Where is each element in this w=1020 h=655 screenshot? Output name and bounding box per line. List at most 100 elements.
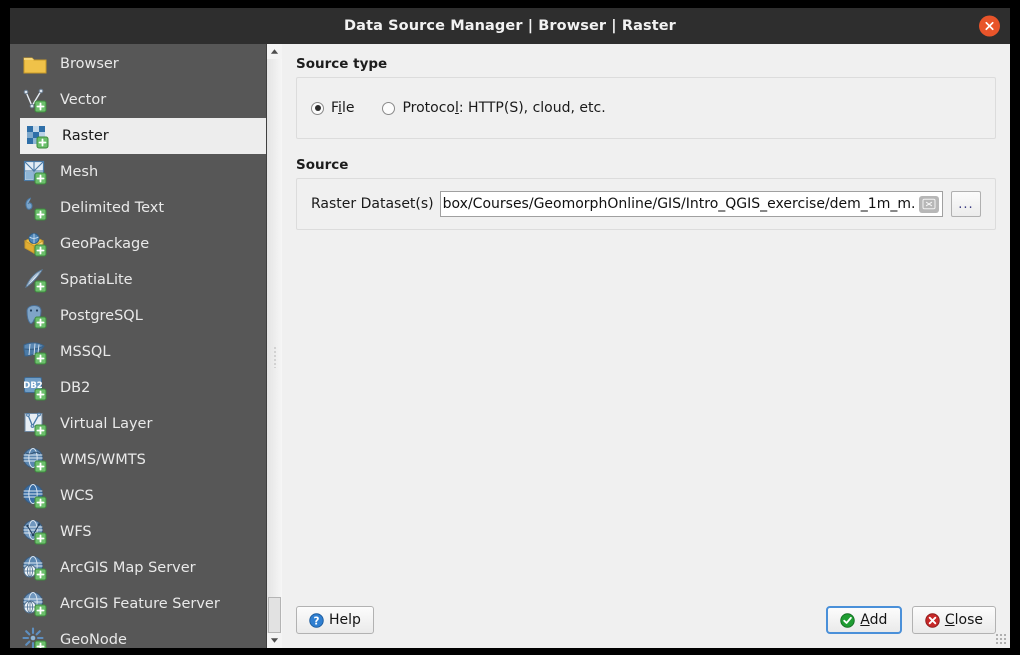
raster-dataset-input-wrapper[interactable]: box/Courses/GeomorphOnline/GIS/Intro_QGI…: [440, 191, 943, 217]
radio-protocol-label: Protocol: HTTP(S), cloud, etc.: [402, 100, 605, 116]
source-type-sidebar: BrowserVector Raster Mesh Delimited Text Geo…: [10, 44, 282, 648]
add-button-label: Add: [860, 612, 887, 628]
radio-file-label: File: [331, 100, 354, 116]
sidebar-item-label: WFS: [60, 525, 92, 540]
radio-file-indicator[interactable]: [311, 102, 324, 115]
raster-dataset-input[interactable]: box/Courses/GeomorphOnline/GIS/Intro_QGI…: [443, 196, 915, 212]
sidebar-item-arcgis-feature-server[interactable]: ArcGIS Feature Server: [10, 586, 266, 622]
sidebar-scroll-thumb[interactable]: [268, 597, 281, 633]
sidebar-item-geonode[interactable]: GeoNode: [10, 622, 266, 648]
arcgis-feature-server-icon: [22, 591, 48, 617]
check-circle-icon: [840, 613, 855, 628]
sidebar-item-label: Raster: [62, 129, 109, 144]
sidebar-item-mssql[interactable]: MSSQL: [10, 334, 266, 370]
sidebar-item-db2[interactable]: DB2 DB2: [10, 370, 266, 406]
cancel-circle-icon: [925, 613, 940, 628]
titlebar: Data Source Manager | Browser | Raster: [10, 8, 1010, 44]
sidebar-item-spatialite[interactable]: SpatiaLite: [10, 262, 266, 298]
wfs-add-icon: [22, 519, 48, 545]
geopackage-add-icon: [22, 231, 48, 257]
raster-add-icon: [24, 123, 50, 149]
sidebar-item-label: ArcGIS Feature Server: [60, 597, 220, 612]
mssql-add-icon: [22, 339, 48, 365]
mssql-add-icon: [22, 339, 48, 365]
sidebar-item-browser[interactable]: Browser: [10, 46, 266, 82]
help-button-label: Help: [329, 612, 361, 628]
db2-add-icon: DB2: [22, 375, 48, 401]
sidebar-item-label: DB2: [60, 381, 90, 396]
add-button[interactable]: Add: [826, 606, 902, 634]
sidebar-scroll-grip: [273, 346, 276, 368]
delimited-text-add-icon: [22, 195, 48, 221]
sidebar-item-label: GeoPackage: [60, 237, 149, 252]
sidebar-item-label: PostgreSQL: [60, 309, 143, 324]
raster-add-icon: [24, 123, 50, 149]
source-type-group-title: Source type: [296, 56, 996, 72]
geopackage-add-icon: [22, 231, 48, 257]
spatialite-add-icon: [22, 267, 48, 293]
wcs-add-icon: [22, 483, 48, 509]
source-type-radio-group: File Protocol: HTTP(S), cloud, etc.: [311, 100, 606, 116]
raster-source-panel: Source type File Protocol: HTTP(S), clou…: [282, 44, 1010, 648]
delimited-text-add-icon: [22, 195, 48, 221]
spatialite-add-icon: [22, 267, 48, 293]
window-close-button[interactable]: [979, 16, 1000, 37]
sidebar-list[interactable]: BrowserVector Raster Mesh Delimited Text Geo…: [10, 44, 266, 648]
sidebar-item-arcgis-map-server[interactable]: ArcGIS Map Server: [10, 550, 266, 586]
sidebar-item-label: Virtual Layer: [60, 417, 152, 432]
sidebar-item-virtual-layer[interactable]: Virtual Layer: [10, 406, 266, 442]
arcgis-map-server-icon: [22, 555, 48, 581]
virtual-layer-add-icon: [22, 411, 48, 437]
source-type-groupbox: File Protocol: HTTP(S), cloud, etc.: [296, 77, 996, 139]
wcs-add-icon: [22, 483, 48, 509]
close-button-label: Close: [945, 612, 983, 628]
radio-protocol-indicator[interactable]: [382, 102, 395, 115]
folder-icon: [22, 51, 48, 77]
dialog-body: BrowserVector Raster Mesh Delimited Text Geo…: [10, 44, 1010, 648]
sidebar-scrollbar[interactable]: [266, 44, 282, 648]
sidebar-item-wms-wmts[interactable]: WMS/WMTS: [10, 442, 266, 478]
sidebar-item-geopackage[interactable]: GeoPackage: [10, 226, 266, 262]
wms-wmts-add-icon: [22, 447, 48, 473]
radio-source-type-protocol[interactable]: Protocol: HTTP(S), cloud, etc.: [382, 100, 605, 116]
sidebar-item-label: Delimited Text: [60, 201, 164, 216]
arcgis-map-server-icon: [22, 555, 48, 581]
svg-text:?: ?: [314, 615, 320, 627]
mesh-add-icon: [22, 159, 48, 185]
geonode-add-icon: [22, 627, 48, 648]
group-spacer: [296, 139, 996, 157]
data-source-manager-dialog: Data Source Manager | Browser | Raster B…: [10, 8, 1010, 648]
arcgis-feature-server-icon: [22, 591, 48, 617]
sidebar-item-delimited-text[interactable]: Delimited Text: [10, 190, 266, 226]
sidebar-item-postgresql[interactable]: PostgreSQL: [10, 298, 266, 334]
scroll-up-arrow-icon: [270, 47, 279, 56]
sidebar-scroll-track[interactable]: [267, 59, 282, 633]
sidebar-scroll-down-button[interactable]: [267, 633, 282, 648]
folder-icon: [22, 51, 48, 77]
wfs-add-icon: [22, 519, 48, 545]
sidebar-item-label: WMS/WMTS: [60, 453, 146, 468]
help-button[interactable]: ? Help: [296, 606, 374, 634]
scroll-down-arrow-icon: [270, 636, 279, 645]
sidebar-item-raster[interactable]: Raster: [20, 118, 266, 154]
source-groupbox: Raster Dataset(s) box/Courses/GeomorphOn…: [296, 178, 996, 230]
radio-source-type-file[interactable]: File: [311, 100, 354, 116]
clear-text-button[interactable]: [919, 196, 939, 213]
mesh-add-icon: [22, 159, 48, 185]
browse-button[interactable]: ...: [951, 191, 981, 217]
sidebar-item-label: SpatiaLite: [60, 273, 133, 288]
sidebar-scroll-up-button[interactable]: [267, 44, 282, 59]
resize-grip[interactable]: [995, 633, 1007, 645]
panel-filler: [296, 230, 996, 606]
clear-text-icon: [922, 198, 936, 210]
sidebar-item-label: ArcGIS Map Server: [60, 561, 196, 576]
dialog-footer: ? Help Add Clos: [296, 606, 996, 648]
vector-add-icon: [22, 87, 48, 113]
sidebar-item-mesh[interactable]: Mesh: [10, 154, 266, 190]
sidebar-item-vector[interactable]: Vector: [10, 82, 266, 118]
close-button[interactable]: Close: [912, 606, 996, 634]
sidebar-item-wcs[interactable]: WCS: [10, 478, 266, 514]
sidebar-item-wfs[interactable]: WFS: [10, 514, 266, 550]
sidebar-item-label: Mesh: [60, 165, 98, 180]
source-group-title: Source: [296, 157, 996, 173]
